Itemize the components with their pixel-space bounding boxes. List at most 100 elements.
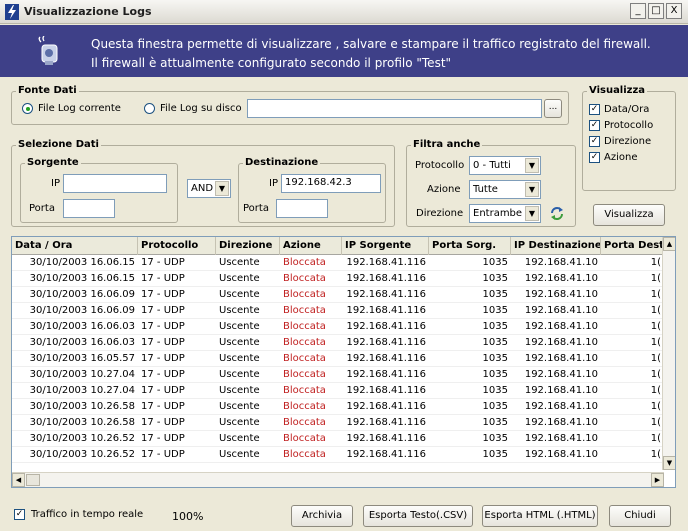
col-ip-sorgente[interactable]: IP Sorgente	[342, 237, 429, 255]
table-row[interactable]: 30/10/2003 10.27.04 17 - UDP Uscente Blocca…	[12, 367, 664, 383]
table-cell: 192.168.41.116	[346, 449, 426, 460]
table-cell: Bloccata	[283, 353, 326, 364]
table-cell: Uscente	[219, 433, 260, 444]
check-azione[interactable]: ✓	[589, 152, 600, 163]
table-cell: 30/10/2003 16.06.15	[29, 273, 135, 284]
table-cell: 1035	[482, 337, 508, 348]
table-row[interactable]: 30/10/2003 10.27.04 17 - UDP Uscente Blocca…	[12, 383, 664, 399]
table-cell: 192.168.41.10	[524, 289, 598, 300]
minimize-button[interactable]: _	[630, 3, 646, 19]
table-cell: 1035	[482, 449, 508, 460]
protocollo-select[interactable]: 0 - Tutti ▼	[469, 156, 541, 175]
col-data-ora[interactable]: Data / Ora	[12, 237, 138, 255]
table-row[interactable]: 30/10/2003 16.06.15 17 - UDP Uscente Blocca…	[12, 255, 664, 271]
check-direzione[interactable]: ✓	[589, 136, 600, 147]
table-row[interactable]: 30/10/2003 10.26.58 17 - UDP Uscente Blocca…	[12, 399, 664, 415]
vertical-scrollbar[interactable]: ▲ ▼	[662, 237, 675, 470]
table-row[interactable]: 30/10/2003 10.26.52 17 - UDP Uscente Blocca…	[12, 431, 664, 447]
table-cell: Uscente	[219, 273, 260, 284]
visualizza-button[interactable]: Visualizza	[593, 204, 665, 226]
sorgente-porta-label: Porta	[29, 203, 55, 214]
table-cell: 30/10/2003 16.06.03	[29, 337, 135, 348]
sorgente-ip-label: IP	[51, 178, 60, 189]
col-protocollo[interactable]: Protocollo	[138, 237, 216, 255]
check-data-ora[interactable]: ✓	[589, 104, 600, 115]
table-cell: 17 - UDP	[141, 289, 185, 300]
col-porta-dest[interactable]: Porta Dest.	[601, 237, 664, 255]
close-button[interactable]: X	[666, 3, 682, 19]
destinazione-porta-input[interactable]	[276, 199, 328, 218]
scroll-left-icon[interactable]: ◀	[12, 473, 25, 487]
table-cell: Bloccata	[283, 449, 326, 460]
col-azione[interactable]: Azione	[280, 237, 342, 255]
table-row[interactable]: 30/10/2003 10.26.52 17 - UDP Uscente Blocca…	[12, 447, 664, 463]
scroll-up-icon[interactable]: ▲	[663, 237, 675, 251]
table-cell: 30/10/2003 16.06.09	[29, 305, 135, 316]
table-cell: 192.168.41.10	[524, 321, 598, 332]
radio-file-log-corrente[interactable]	[22, 103, 33, 114]
horizontal-scroll-thumb[interactable]	[26, 474, 40, 486]
table-cell: Bloccata	[283, 417, 326, 428]
table-cell: 17 - UDP	[141, 369, 185, 380]
azione-select[interactable]: Tutte ▼	[469, 180, 541, 199]
table-cell: Bloccata	[283, 289, 326, 300]
table-row[interactable]: 30/10/2003 16.06.03 17 - UDP Uscente Blocca…	[12, 319, 664, 335]
fonte-dati-title: Fonte Dati	[16, 85, 79, 97]
chevron-down-icon: ▼	[215, 181, 229, 196]
table-cell: 192.168.41.10	[524, 433, 598, 444]
table-row[interactable]: 30/10/2003 16.05.57 17 - UDP Uscente Blocca…	[12, 351, 664, 367]
check-protocollo[interactable]: ✓	[589, 120, 600, 131]
sorgente-ip-input[interactable]	[63, 174, 167, 193]
radio-file-log-disco[interactable]	[144, 103, 155, 114]
table-cell: 192.168.41.10	[524, 257, 598, 268]
visualizza-button-label: Visualizza	[604, 209, 654, 220]
table-cell: 30/10/2003 10.26.52	[29, 433, 135, 444]
table-cell: 30/10/2003 10.27.04	[29, 369, 135, 380]
col-direzione[interactable]: Direzione	[216, 237, 280, 255]
table-cell: Bloccata	[283, 257, 326, 268]
direzione-select[interactable]: Entrambe ▼	[469, 204, 541, 223]
refresh-icon[interactable]	[548, 204, 566, 222]
table-cell: 192.168.41.10	[524, 401, 598, 412]
log-file-path-input[interactable]	[247, 99, 542, 118]
table-row[interactable]: 30/10/2003 16.06.09 17 - UDP Uscente Blocca…	[12, 303, 664, 319]
destinazione-ip-input[interactable]: 192.168.42.3	[281, 174, 381, 193]
archivia-button[interactable]: Archivia	[291, 505, 353, 527]
esporta-html-button[interactable]: Esporta HTML (.HTML)	[482, 505, 598, 527]
table-cell: 30/10/2003 16.06.15	[29, 257, 135, 268]
table-row[interactable]: 30/10/2003 16.06.15 17 - UDP Uscente Blocca…	[12, 271, 664, 287]
scroll-right-icon[interactable]: ▶	[651, 473, 664, 487]
table-cell: Bloccata	[283, 433, 326, 444]
scroll-down-icon[interactable]: ▼	[663, 456, 675, 470]
table-cell: 30/10/2003 16.06.03	[29, 321, 135, 332]
maximize-button[interactable]: □	[648, 3, 664, 19]
title-bar[interactable]: Visualizzazione Logs _ □ X	[0, 0, 688, 24]
table-cell: Bloccata	[283, 273, 326, 284]
chiudi-button[interactable]: Chiudi	[609, 505, 671, 527]
browse-button[interactable]: ...	[544, 99, 562, 118]
sorgente-porta-input[interactable]	[63, 199, 115, 218]
table-cell: Bloccata	[283, 321, 326, 332]
operator-select[interactable]: AND ▼	[187, 179, 231, 198]
table-cell: Uscente	[219, 417, 260, 428]
table-row[interactable]: 30/10/2003 16.06.03 17 - UDP Uscente Blocca…	[12, 335, 664, 351]
table-row[interactable]: 30/10/2003 10.26.58 17 - UDP Uscente Blocca…	[12, 415, 664, 431]
table-cell: 1(	[650, 273, 661, 284]
table-cell: 192.168.41.116	[346, 401, 426, 412]
table-cell: 192.168.41.10	[524, 385, 598, 396]
table-cell: 192.168.41.116	[346, 385, 426, 396]
col-porta-sorg[interactable]: Porta Sorg.	[429, 237, 511, 255]
sorgente-group: Sorgente IP Porta	[20, 157, 178, 223]
table-cell: 1(	[650, 353, 661, 364]
log-table[interactable]: Data / Ora Protocollo Direzione Azione I…	[11, 236, 676, 488]
col-ip-destinazione[interactable]: IP Destinazione	[511, 237, 601, 255]
table-cell: Uscente	[219, 257, 260, 268]
check-traffico-tempo-reale[interactable]: ✓	[14, 509, 25, 520]
azione-value: Tutte	[473, 184, 498, 195]
esporta-csv-button[interactable]: Esporta Testo(.CSV)	[363, 505, 473, 527]
app-lightning-icon	[5, 4, 19, 20]
table-row[interactable]: 30/10/2003 16.06.09 17 - UDP Uscente Blocca…	[12, 287, 664, 303]
table-cell: Uscente	[219, 321, 260, 332]
table-cell: Uscente	[219, 401, 260, 412]
horizontal-scrollbar[interactable]: ◀ ▶	[12, 472, 664, 487]
